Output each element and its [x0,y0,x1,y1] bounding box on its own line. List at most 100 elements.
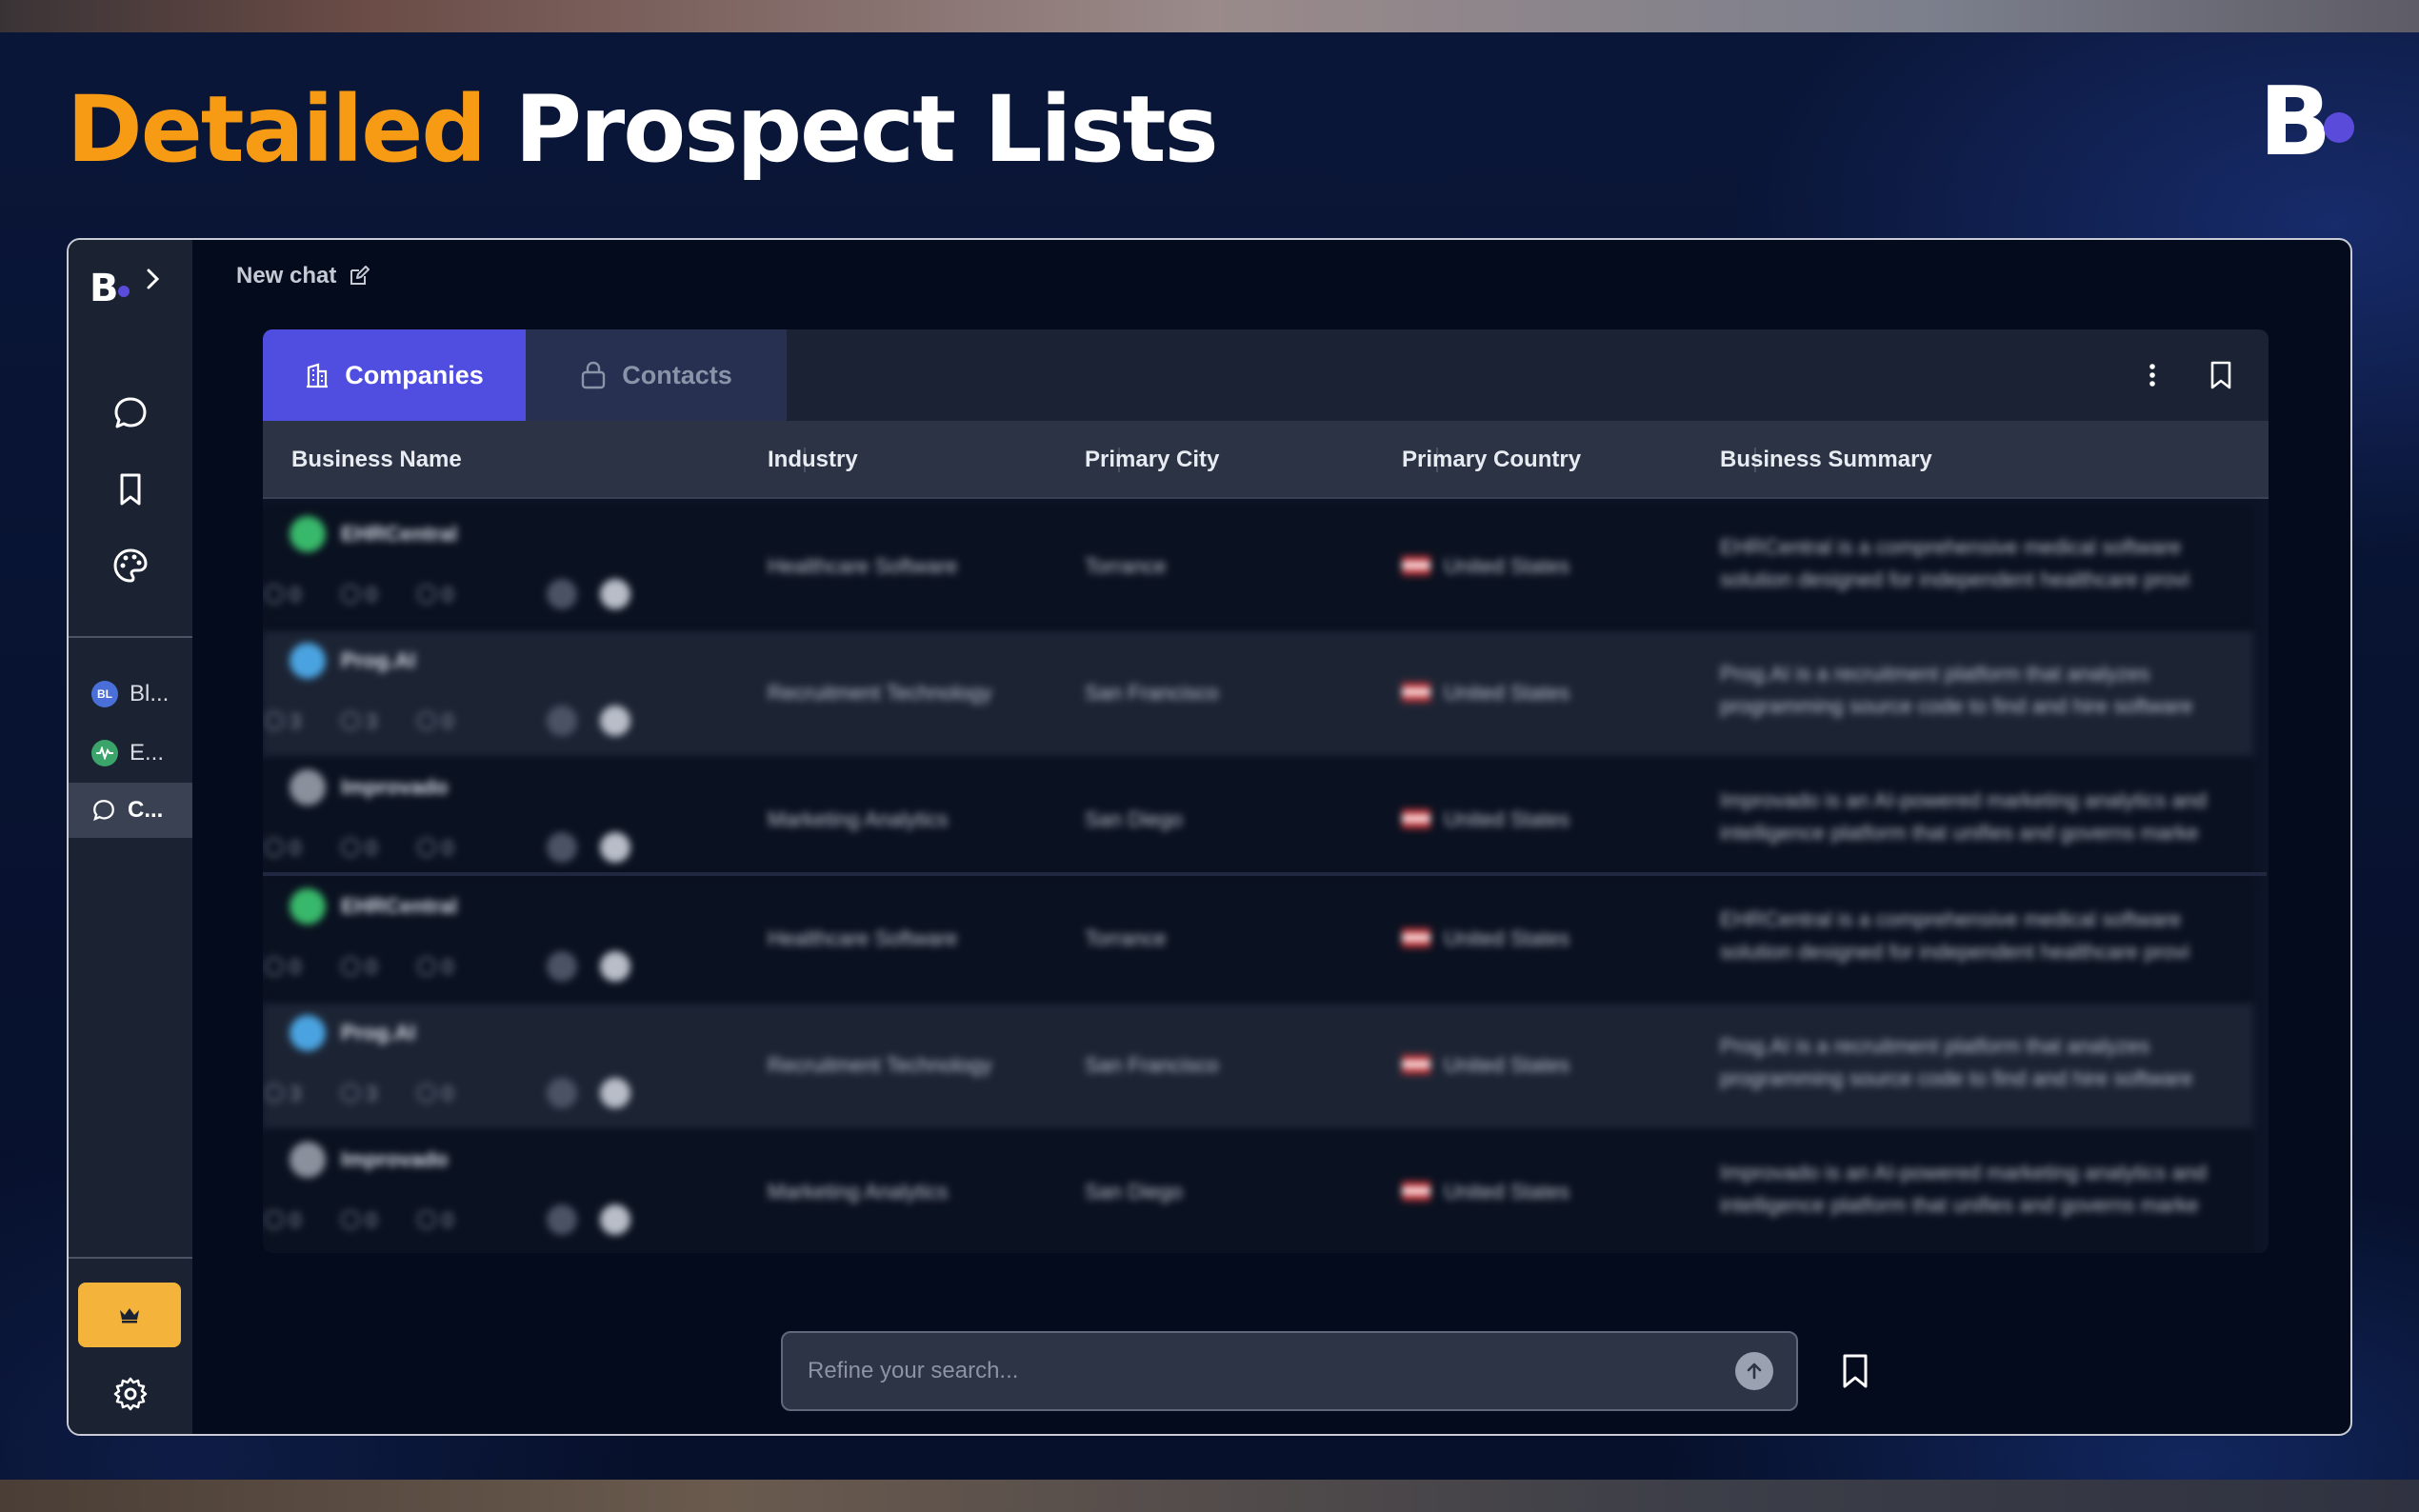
globe-count: 0 [290,1208,302,1232]
tab-companies[interactable]: Companies [263,329,526,421]
table-row[interactable]: EHRCentral 0 0 0 Healthcare Software Torrance… [263,877,2253,1004]
business-summary-cell: Improvado is an AI-powered marketing ana… [1720,788,2208,845]
mail-icon [341,957,360,976]
upgrade-button[interactable] [78,1283,181,1347]
globe-count: 3 [290,709,302,733]
more-options-button[interactable] [2131,354,2173,396]
saved-nav-button[interactable] [110,468,151,510]
save-search-button[interactable] [1832,1348,1878,1394]
globe-icon [265,1084,284,1103]
mail-icon [341,1084,360,1103]
company-avatar [290,643,326,679]
sidebar-logo-dot [118,286,130,297]
sidebar-chat-item-active[interactable]: C... [69,783,192,838]
website-icon[interactable] [600,1078,630,1108]
results-panel: Companies Contacts Business Name Industr… [263,329,2269,1253]
row-group-separator [263,872,2267,876]
sidebar-chat-label: E... [130,740,165,766]
phone-count: 0 [442,1208,454,1232]
app-window: B BL Bl... E... C... New chat Companies … [67,238,2352,1436]
globe-count: 3 [290,1082,302,1105]
business-name-cell[interactable]: Improvado [341,1147,448,1172]
new-chat-button[interactable]: New chat [236,263,370,289]
business-summary-cell: EHRCentral is a comprehensive medical so… [1720,535,2189,591]
mail-count: 0 [366,583,378,607]
linkedin-icon[interactable] [547,579,577,609]
brand-logo-dot [2324,112,2354,143]
building-icon [307,363,329,388]
column-header[interactable]: Industry [768,421,858,499]
business-name-cell[interactable]: Prog.AI [341,1021,415,1045]
tab-bar: Companies Contacts [263,329,2269,421]
globe-icon [265,957,284,976]
slide-title-accent: Detailed [67,76,487,183]
sidebar-chat-label: Bl... [130,681,170,706]
send-button[interactable] [1735,1352,1773,1390]
bookmark-icon [2210,361,2231,389]
column-header[interactable]: Business Summary [1720,421,1932,499]
table-row[interactable]: Improvado 0 0 0 Marketing Analytics San Diego… [263,758,2253,885]
column-header[interactable]: Primary Country [1402,421,1581,499]
globe-icon [265,711,284,730]
chats-nav-button[interactable] [110,392,151,434]
website-icon[interactable] [600,832,630,863]
refine-search-input[interactable] [808,1333,1703,1409]
slide-title-rest: Prospect Lists [514,76,1219,183]
pulse-icon [96,746,113,760]
website-icon[interactable] [600,1204,630,1235]
business-name-cell[interactable]: Improvado [341,775,448,800]
mail-count: 3 [366,1082,378,1105]
chevron-right-icon [147,269,160,289]
linkedin-icon[interactable] [547,832,577,863]
chat-bubble-icon [114,397,147,428]
globe-icon [265,1210,284,1229]
save-list-button[interactable] [2200,354,2242,396]
phone-count: 0 [442,709,454,733]
mail-count: 0 [366,836,378,860]
table-row[interactable]: Improvado 0 0 0 Marketing Analytics San Diego… [263,1130,2253,1253]
us-flag-icon [1402,809,1430,828]
phone-icon [417,711,436,730]
settings-button[interactable] [110,1373,151,1415]
us-flag-icon [1402,683,1430,702]
edit-icon [350,266,370,285]
refine-search-box [781,1331,1798,1411]
column-header[interactable]: Business Name [291,421,462,499]
sidebar-chat-item[interactable]: BL Bl... [69,666,192,722]
company-avatar [290,516,326,552]
city-cell: Torrance [1085,926,1167,950]
linkedin-icon[interactable] [547,706,577,736]
globe-count: 0 [290,836,302,860]
tab-contacts[interactable]: Contacts [526,329,787,421]
sidebar-chat-item[interactable]: E... [69,726,192,781]
table-body: EHRCentral 0 0 0 Healthcare Software Torrance… [263,501,2267,1253]
website-icon[interactable] [600,706,630,736]
linkedin-icon[interactable] [547,1204,577,1235]
table-row[interactable]: Prog.AI 3 3 0 Recruitment Technology San Fran… [263,631,2253,758]
brand-logo: B [2259,66,2332,177]
phone-icon [417,838,436,857]
theme-nav-button[interactable] [110,545,151,587]
industry-cell: Healthcare Software [768,926,958,950]
website-icon[interactable] [600,579,630,609]
company-avatar [290,769,326,806]
business-summary-cell: Prog.AI is a recruitment platform that a… [1720,1034,2193,1090]
linkedin-icon[interactable] [547,951,577,982]
phone-count: 0 [442,955,454,979]
sidebar-divider [69,636,192,638]
business-name-cell[interactable]: EHRCentral [341,522,457,547]
business-name-cell[interactable]: Prog.AI [341,648,415,673]
us-flag-icon [1402,1055,1430,1074]
linkedin-icon[interactable] [547,1078,577,1108]
country-cell: United States [1444,926,1570,950]
expand-sidebar-button[interactable] [141,265,164,301]
crown-icon [120,1308,139,1323]
business-name-cell[interactable]: EHRCentral [341,894,457,919]
table-row[interactable]: EHRCentral 0 0 0 Healthcare Software Torrance… [263,505,2253,631]
country-cell: United States [1444,807,1570,831]
tab-label: Contacts [622,360,732,389]
sidebar-logo: B [90,267,119,310]
column-header[interactable]: Primary City [1085,421,1219,499]
table-row[interactable]: Prog.AI 3 3 0 Recruitment Technology San Fran… [263,1004,2253,1130]
website-icon[interactable] [600,951,630,982]
